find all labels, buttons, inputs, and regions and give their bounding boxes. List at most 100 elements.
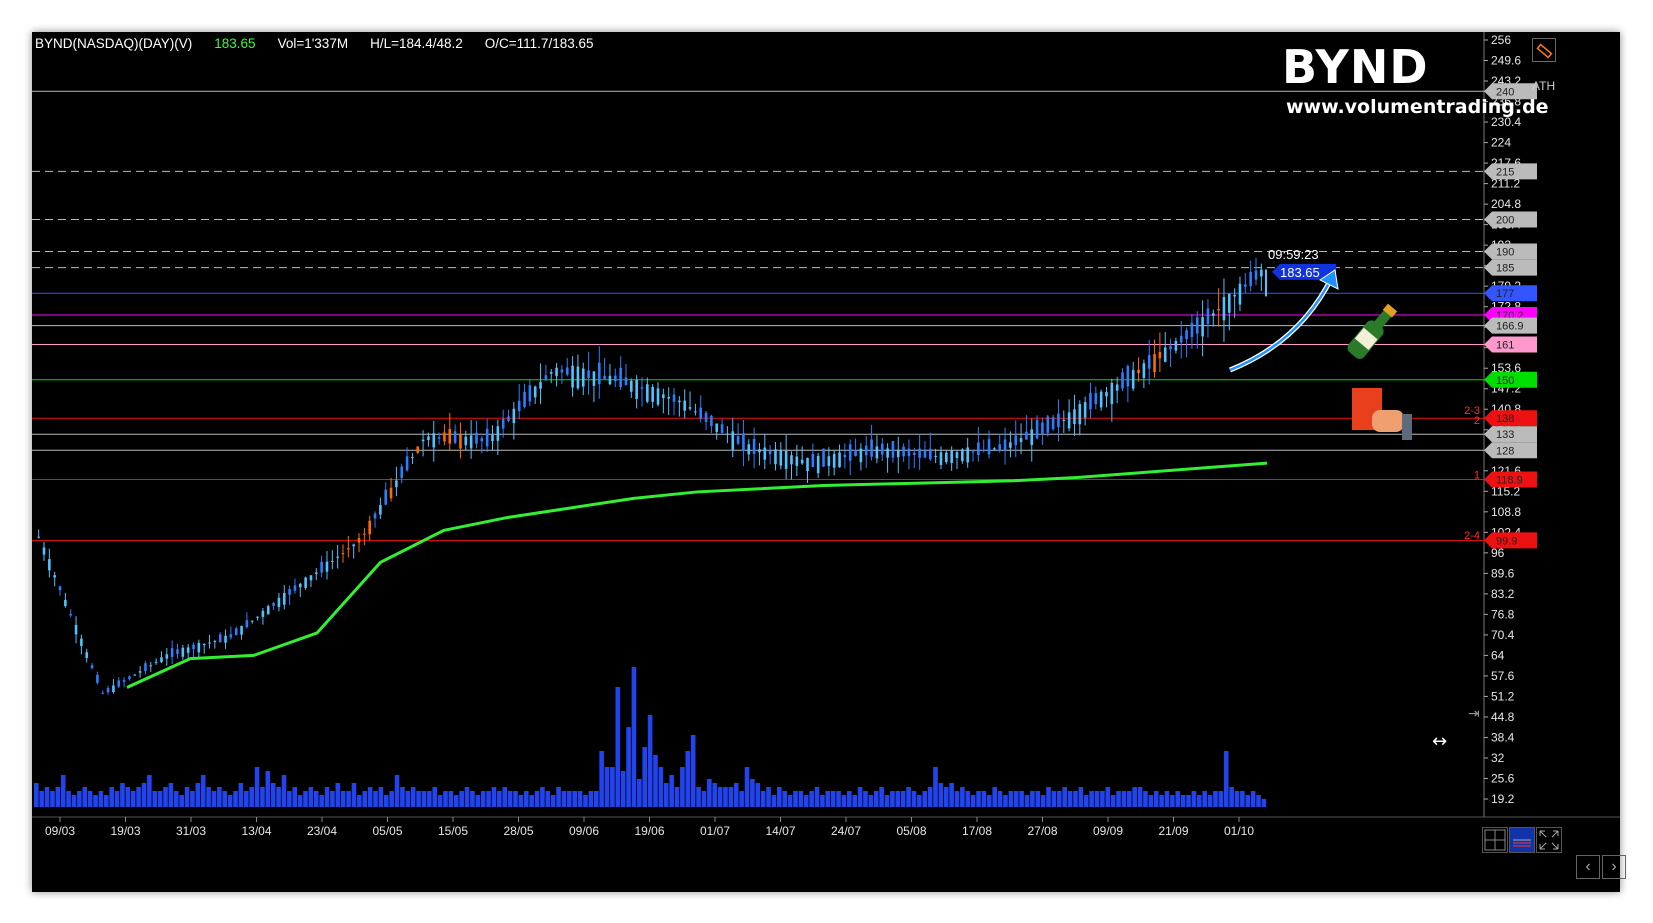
volume-bar (303, 791, 308, 807)
scroll-right-button[interactable]: › (1602, 855, 1626, 879)
volume-bar (1105, 787, 1111, 807)
volume-bar (1159, 795, 1164, 807)
chart-layout-icon[interactable] (1509, 827, 1535, 853)
candle-body (181, 647, 185, 657)
volume-bar (346, 791, 351, 807)
volume-bar (1062, 787, 1067, 807)
volume-bar (1073, 791, 1078, 807)
volume-bar (647, 715, 653, 807)
volume-bar (163, 787, 168, 807)
scroll-left-button[interactable]: ‹ (1576, 855, 1600, 879)
grid-layout-icon[interactable] (1482, 827, 1508, 853)
volume-bar (890, 791, 895, 807)
volume-bar (421, 791, 427, 807)
volume-bar (335, 783, 341, 807)
x-tick-label: 21/09 (1158, 824, 1188, 838)
candle-body (1179, 335, 1183, 343)
volume-bar (211, 791, 217, 807)
candle-body (250, 620, 254, 622)
volume-bar (529, 795, 534, 807)
brand-url[interactable]: www.volumentrading.de (1286, 96, 1549, 118)
candle-body (1169, 345, 1172, 350)
candle-body (347, 548, 350, 550)
volume-bar (1186, 795, 1191, 807)
candle-body (1051, 417, 1055, 429)
x-tick-label: 15/05 (438, 824, 468, 838)
volume-bar (157, 791, 163, 807)
volume-bar (868, 795, 874, 807)
volume-bar (416, 791, 421, 807)
level-price-label: 177 (1496, 288, 1514, 300)
volume-bar (77, 791, 82, 807)
candle-body (597, 362, 601, 385)
volume-bar (593, 791, 599, 807)
x-tick-label: 09/09 (1093, 824, 1123, 838)
candle-body (192, 644, 195, 650)
candle-body (138, 671, 142, 673)
x-tick-label: 13/04 (241, 824, 271, 838)
candle-body (133, 674, 137, 676)
candle-body (186, 647, 190, 653)
candle-body (224, 635, 227, 643)
candle-body (1174, 340, 1178, 351)
candle-body (475, 432, 478, 444)
candle-body (469, 435, 473, 449)
volume-bar (1197, 795, 1202, 807)
volume-bar (960, 787, 965, 807)
volume-bar (459, 791, 464, 807)
volume-bar (1078, 787, 1084, 807)
volume-bar (938, 783, 944, 807)
candle-body (902, 446, 905, 457)
y-tick-label: 83.2 (1491, 587, 1515, 601)
candle-body (961, 449, 964, 462)
volume-bar (281, 775, 287, 807)
candle-body (405, 456, 409, 471)
candle-body (752, 438, 756, 454)
candle-body (1142, 363, 1146, 378)
candle-body (603, 375, 606, 379)
candle-body (1115, 384, 1119, 391)
volume-bar (847, 791, 852, 807)
fullscreen-icon[interactable] (1536, 827, 1562, 853)
volume-bar (987, 795, 992, 807)
volume-bar (486, 791, 491, 807)
candle-body (517, 400, 521, 412)
candle-body (282, 593, 286, 605)
volume-bar (803, 795, 809, 807)
volume-bar (717, 787, 723, 807)
candle-body (811, 453, 815, 468)
volume-bar (674, 787, 680, 807)
volume-bar (60, 775, 66, 807)
candle-body (74, 624, 78, 635)
volume-bar (690, 735, 696, 807)
candle-body (832, 453, 836, 468)
candle-body (80, 638, 83, 647)
volume-bar (173, 791, 179, 807)
volume-bar (39, 791, 44, 807)
volume-bar (1094, 791, 1100, 807)
candle-body (416, 446, 420, 453)
ruler-tool-icon[interactable] (1532, 38, 1556, 62)
volume-bar (1143, 791, 1148, 807)
volume-bar (1153, 791, 1159, 807)
chart-window[interactable]: 256 249.6 243.2 236.8 230.4 224 217.6 211.2 204.… (32, 32, 1626, 892)
candle-body (795, 456, 799, 466)
level-price-label: 190 (1496, 247, 1514, 259)
volume-bar (243, 791, 249, 807)
candle-body (197, 642, 201, 653)
candle-body (977, 442, 980, 456)
volume-bar (663, 783, 669, 807)
volume-bar (206, 787, 211, 807)
candle-body (816, 455, 820, 474)
price-chart[interactable]: 256249.6243.2236.8230.4224217.6211.2204.… (32, 32, 1620, 892)
volume-bar (179, 795, 184, 807)
candle-body (523, 391, 526, 407)
level-price-label: 138 (1496, 413, 1514, 425)
candle-body (742, 433, 745, 451)
level-price-label: 215 (1496, 166, 1514, 178)
candle-body (37, 536, 40, 538)
candle-body (1131, 369, 1135, 389)
volume-bar (464, 787, 470, 807)
volume-bar (1089, 791, 1094, 807)
volume-bar (1202, 791, 1207, 807)
